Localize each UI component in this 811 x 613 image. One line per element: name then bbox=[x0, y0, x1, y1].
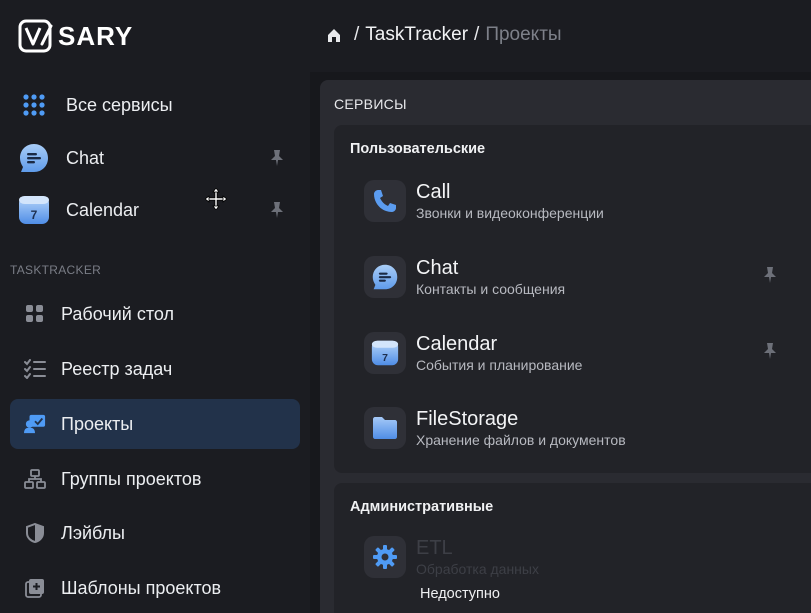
group-title: Административные bbox=[350, 499, 494, 515]
template-icon bbox=[24, 577, 46, 599]
breadcrumb: / TaskTracker / Проекты bbox=[326, 22, 562, 48]
sidebar-item-project-templates[interactable]: Шаблоны проектов bbox=[10, 563, 300, 613]
chat-bubble-icon bbox=[18, 142, 50, 174]
task-list-icon bbox=[24, 358, 46, 380]
dashboard-icon bbox=[24, 303, 46, 325]
service-calendar[interactable]: 7 Calendar События и планирование bbox=[364, 328, 804, 378]
panel-title: СЕРВИСЫ bbox=[334, 96, 407, 112]
breadcrumb-separator: / bbox=[354, 24, 360, 45]
service-description: Хранение файлов и документов bbox=[416, 431, 626, 448]
service-description: События и планирование bbox=[416, 356, 583, 373]
pin-icon[interactable] bbox=[269, 149, 285, 167]
services-panel: СЕРВИСЫ Пользовательские Call Звонки и в… bbox=[320, 80, 811, 613]
calendar-icon: 7 bbox=[364, 332, 406, 374]
gear-icon bbox=[364, 536, 406, 578]
sidebar-item-all-services[interactable]: Все сервисы bbox=[18, 85, 293, 125]
sidebar-item-label: Все сервисы bbox=[66, 94, 173, 115]
service-description: Звонки и видеоконференции bbox=[416, 204, 604, 221]
chat-bubble-icon bbox=[364, 256, 406, 298]
group-title: Пользовательские bbox=[350, 141, 486, 157]
service-name: FileStorage bbox=[416, 407, 519, 430]
sidebar-item-calendar[interactable]: 7 Calendar bbox=[18, 190, 293, 230]
service-name: Calendar bbox=[416, 332, 498, 355]
service-name: Chat bbox=[416, 256, 459, 279]
pin-icon[interactable] bbox=[762, 266, 778, 284]
home-icon[interactable] bbox=[326, 27, 342, 43]
sidebar-item-label: Chat bbox=[66, 147, 105, 168]
svg-text:SARY: SARY bbox=[58, 21, 133, 51]
services-group-admin: Административные ETL Обработка данных Не… bbox=[334, 483, 811, 613]
sidebar-item-project-groups[interactable]: Группы проектов bbox=[10, 454, 300, 504]
service-name: ETL bbox=[416, 536, 453, 559]
main-content: СЕРВИСЫ Пользовательские Call Звонки и в… bbox=[310, 72, 811, 613]
sidebar-item-label: Рабочий стол bbox=[61, 303, 174, 324]
sidebar-item-dashboard[interactable]: Рабочий стол bbox=[10, 289, 300, 339]
service-description: Обработка данных bbox=[416, 560, 539, 577]
sidebar: Все сервисы Chat 7 Calendar TASKTRACKER … bbox=[0, 78, 310, 613]
pin-icon[interactable] bbox=[269, 201, 285, 219]
grid-dots-icon bbox=[18, 89, 50, 121]
breadcrumb-current: Проекты bbox=[485, 24, 562, 45]
service-call[interactable]: Call Звонки и видеоконференции bbox=[364, 176, 804, 226]
hierarchy-icon bbox=[24, 468, 46, 490]
move-cursor-icon bbox=[205, 188, 227, 210]
pin-icon[interactable] bbox=[762, 342, 778, 360]
logo-mark: SARY bbox=[18, 19, 133, 53]
section-title: TASKTRACKER bbox=[10, 263, 102, 277]
folder-icon bbox=[364, 407, 406, 449]
sidebar-item-label: Группы проектов bbox=[61, 468, 202, 489]
service-etl: ETL Обработка данных bbox=[364, 532, 804, 582]
projects-icon bbox=[24, 413, 46, 435]
sidebar-item-chat[interactable]: Chat bbox=[18, 138, 293, 178]
service-description: Контакты и сообщения bbox=[416, 280, 566, 297]
breadcrumb-separator: / bbox=[474, 24, 480, 45]
shield-icon bbox=[24, 522, 46, 544]
unavailable-status: Недоступно bbox=[420, 586, 500, 602]
services-group-user: Пользовательские Call Звонки и видеоконф… bbox=[334, 125, 811, 473]
svg-text:7: 7 bbox=[382, 352, 388, 364]
sidebar-item-label: Calendar bbox=[66, 199, 140, 220]
breadcrumb-tasktracker[interactable]: TaskTracker bbox=[365, 24, 468, 46]
sidebar-item-label: Реестр задач bbox=[61, 358, 173, 379]
sidebar-item-labels[interactable]: Лэйблы bbox=[10, 508, 300, 558]
sidebar-item-label: Шаблоны проектов bbox=[61, 577, 222, 598]
phone-icon bbox=[364, 180, 406, 222]
visary-logo[interactable]: SARY bbox=[18, 18, 168, 54]
svg-text:7: 7 bbox=[31, 208, 38, 222]
service-filestorage[interactable]: FileStorage Хранение файлов и документов bbox=[364, 403, 804, 453]
sidebar-item-label: Лэйблы bbox=[61, 522, 125, 543]
calendar-icon: 7 bbox=[18, 194, 50, 226]
sidebar-item-task-registry[interactable]: Реестр задач bbox=[10, 344, 300, 394]
service-chat[interactable]: Chat Контакты и сообщения bbox=[364, 252, 804, 302]
sidebar-item-projects[interactable]: Проекты bbox=[10, 399, 300, 449]
service-name: Call bbox=[416, 180, 451, 203]
sidebar-item-label: Проекты bbox=[61, 413, 134, 434]
